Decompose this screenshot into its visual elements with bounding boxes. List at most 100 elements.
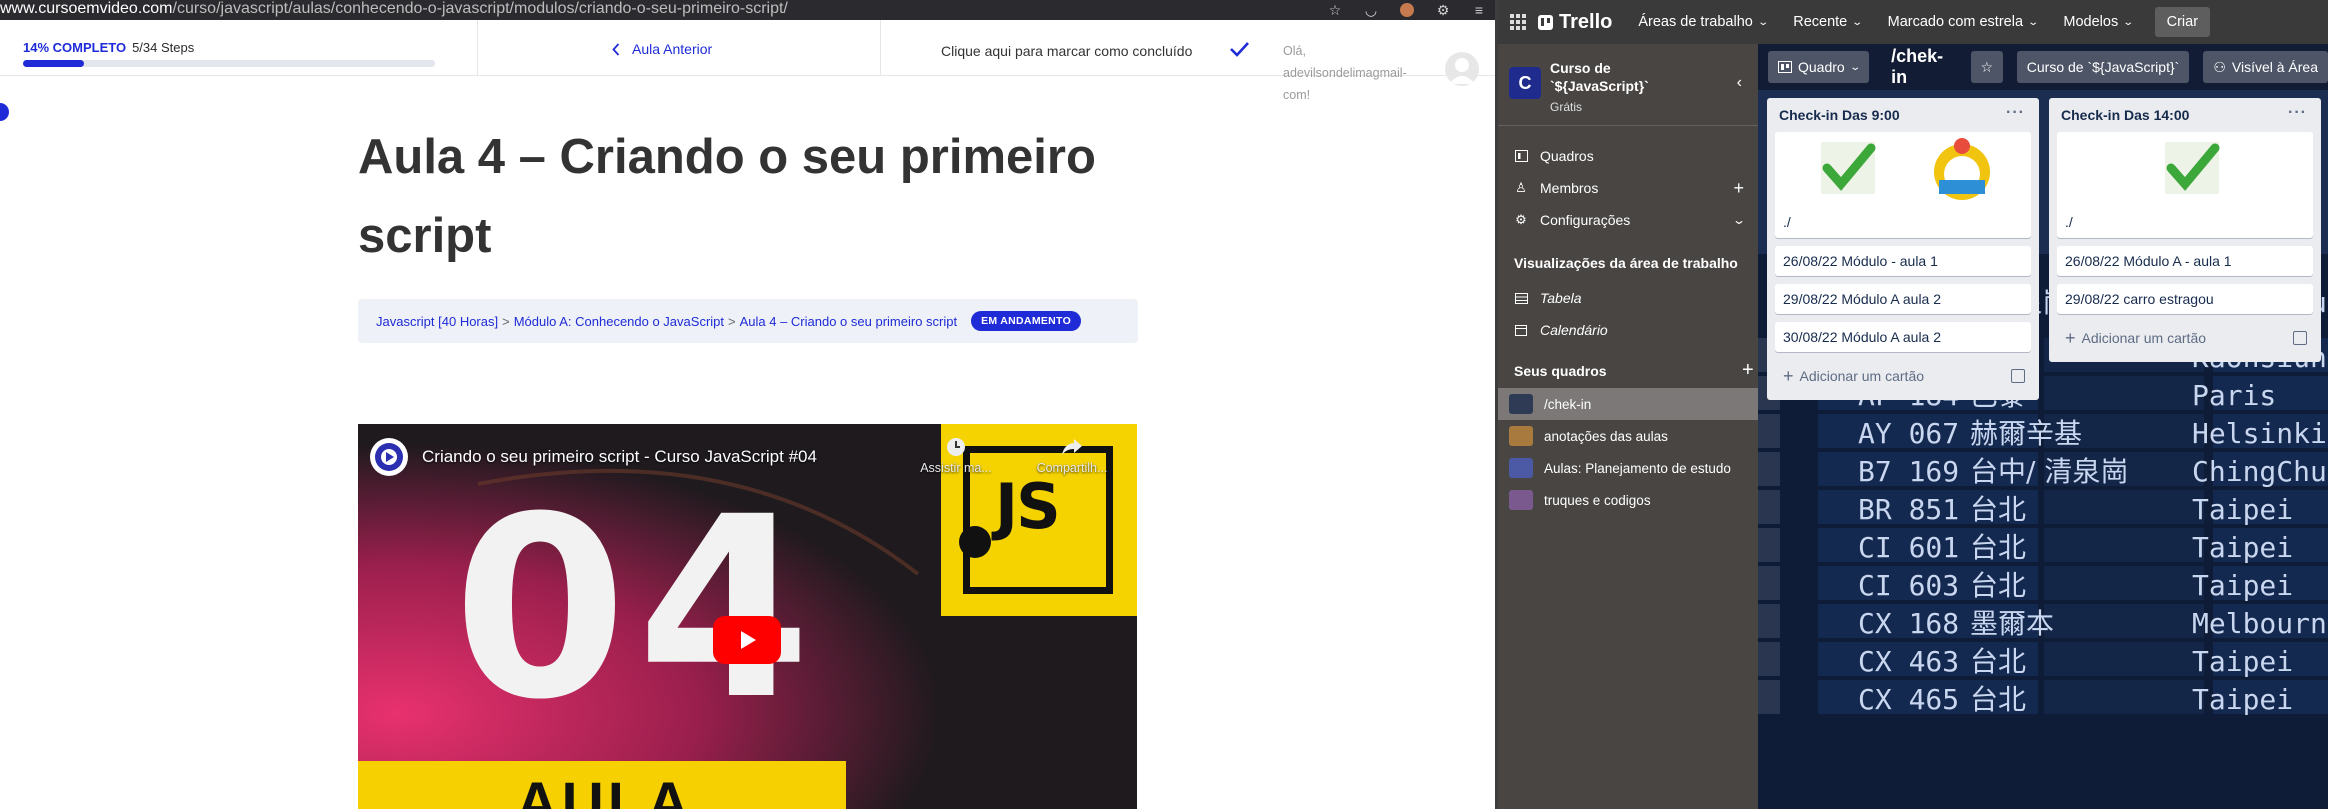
card-title: ./	[2065, 214, 2073, 230]
board-item-anotacoes[interactable]: anotações das aulas	[1498, 420, 1758, 452]
visibility-label: Visível à Área	[2231, 59, 2318, 75]
progress-label: 14% COMPLETO 5/34 Steps	[23, 40, 194, 55]
menu-icon[interactable]: ≡	[1471, 2, 1487, 18]
list-checkin-14: Check-in Das 14:00 ··· ./ 26/08/22 Módul…	[2049, 98, 2321, 362]
share-button[interactable]: Compartilh...	[1027, 436, 1117, 475]
url-path: /curso/javascript/aulas/conhecendo-o-jav…	[172, 0, 788, 17]
view-label: Quadro	[1798, 59, 1845, 75]
play-button[interactable]	[713, 616, 781, 664]
workspace-button-label: Curso de `${JavaScript}`	[2026, 59, 2180, 75]
add-card-button[interactable]: + Adicionar um cartão	[2057, 322, 2313, 354]
board-item-truques[interactable]: truques e codigos	[1498, 484, 1758, 516]
breadcrumb-course-link[interactable]: Javascript [40 Horas]	[376, 314, 498, 329]
airport-row-bg	[2044, 566, 2204, 600]
menu-label: Marcado com estrela	[1887, 14, 2024, 30]
list-header[interactable]: Check-in Das 14:00 ···	[2057, 98, 2313, 132]
menu-templates[interactable]: Modelos ⌄	[2063, 14, 2135, 30]
plus-icon: +	[2065, 327, 2076, 348]
board-icon	[1778, 61, 1792, 73]
star-icon[interactable]: ☆	[1327, 2, 1343, 18]
sidebar-item-table[interactable]: Tabela	[1498, 282, 1758, 314]
card[interactable]: 26/08/22 Módulo - aula 1	[1775, 246, 2031, 276]
sidebar-item-members[interactable]: ♙ Membros +	[1498, 172, 1758, 204]
pocket-icon[interactable]: ◡	[1363, 2, 1379, 18]
trello-logo[interactable]: Trello	[1538, 11, 1612, 34]
url-host: www.cursoemvideo.com	[0, 0, 173, 17]
address-bar[interactable]: www.cursoemvideo.com/curso/javascript/au…	[0, 0, 1495, 20]
template-icon[interactable]	[2011, 369, 2025, 383]
apps-grid-icon[interactable]	[1510, 14, 1526, 30]
check-icon[interactable]	[1228, 38, 1250, 60]
card-with-cover[interactable]: ./	[2057, 132, 2313, 238]
more-icon[interactable]: ···	[2006, 104, 2025, 122]
card[interactable]: 26/08/22 Módulo A - aula 1	[2057, 246, 2313, 276]
watch-later-button[interactable]: Assistir ma...	[911, 436, 1001, 475]
board-title[interactable]: /chek-in	[1891, 46, 1957, 88]
card-with-cover[interactable]: ./	[1775, 132, 2031, 238]
browser-window: www.cursoemvideo.com/curso/javascript/au…	[0, 0, 1495, 809]
template-icon[interactable]	[2293, 331, 2307, 345]
sidebar-item-settings[interactable]: ⚙ Configurações ⌄	[1498, 204, 1758, 236]
breadcrumb: Javascript [40 Horas] > Módulo A: Conhec…	[358, 299, 1138, 343]
status-badge: EM ANDAMENTO	[971, 311, 1082, 331]
visibility-button[interactable]: ⚇ Visível à Área	[2203, 51, 2328, 83]
watch-later-label: Assistir ma...	[920, 461, 992, 475]
js-logo-text: JS	[995, 470, 1061, 543]
plus-icon[interactable]: +	[1733, 178, 1744, 199]
more-icon[interactable]: ···	[2288, 104, 2307, 122]
channel-icon[interactable]	[370, 438, 408, 476]
list-header[interactable]: Check-in Das 9:00 ···	[1775, 98, 2031, 132]
sidebar-item-label: Tabela	[1540, 290, 1582, 306]
sidebar-item-label: Calendário	[1540, 322, 1608, 338]
airport-flight-code: CX 463	[1858, 645, 1959, 678]
menu-recent[interactable]: Recente ⌄	[1793, 14, 1863, 30]
extension-avatar-icon[interactable]	[1399, 2, 1415, 18]
progress-bar	[23, 60, 435, 67]
gear-icon: ⚙	[1515, 212, 1527, 227]
breadcrumb-lesson-link[interactable]: Aula 4 – Criando o seu primeiro script	[740, 314, 958, 329]
view-switcher[interactable]: Quadro ⌄	[1768, 51, 1870, 83]
star-board-button[interactable]: ☆	[1970, 51, 2003, 83]
mark-complete-button[interactable]: Clique aqui para marcar como concluído	[941, 43, 1192, 59]
chevron-down-icon[interactable]: ⌄	[1732, 213, 1746, 227]
airport-flight-code: CX 465	[1858, 683, 1959, 716]
workspace-button[interactable]: Curso de `${JavaScript}`	[2016, 51, 2190, 83]
breadcrumb-module-link[interactable]: Módulo A: Conhecendo o JavaScript	[514, 314, 724, 329]
airport-side-panel	[1758, 604, 1780, 638]
add-card-button[interactable]: + Adicionar um cartão	[1775, 360, 2031, 392]
workspace-name[interactable]: Curso de `${JavaScript}`	[1550, 59, 1670, 95]
card[interactable]: 30/08/22 Módulo A aula 2	[1775, 322, 2031, 352]
previous-lesson-link[interactable]: Aula Anterior	[612, 41, 712, 57]
list-title: Check-in Das 14:00	[2061, 107, 2190, 123]
breadcrumb-separator: >	[728, 313, 736, 329]
airport-side-panel	[1758, 642, 1780, 676]
collapse-sidebar-icon[interactable]: ‹	[1737, 74, 1742, 92]
board-item-chek-in[interactable]: /chek-in	[1498, 388, 1758, 420]
video-player[interactable]: 04 JS Criando o seu primeiro script - Cu…	[358, 424, 1137, 809]
workspace-header: C Curso de `${JavaScript}` Grátis ‹	[1498, 44, 1758, 126]
card-title: ./	[1783, 214, 1791, 230]
page-title: Aula 4 – Criando o seu primeiro script	[358, 130, 1096, 263]
workspace-logo[interactable]: C	[1509, 67, 1541, 99]
menu-starred[interactable]: Marcado com estrela ⌄	[1887, 14, 2039, 30]
create-button[interactable]: Criar	[2154, 7, 2211, 37]
gear-icon[interactable]: ⚙	[1435, 2, 1451, 18]
sidebar-item-boards[interactable]: Quadros	[1498, 140, 1758, 172]
plus-icon: +	[1783, 365, 1794, 386]
board-item-label: Aulas: Planejamento de estudo	[1544, 460, 1731, 476]
card-cover	[1775, 132, 2031, 208]
menu-workspaces[interactable]: Áreas de trabalho ⌄	[1638, 14, 1769, 30]
clock-icon	[947, 438, 965, 456]
divider	[477, 20, 478, 76]
video-title[interactable]: Criando o seu primeiro script - Curso Ja…	[422, 447, 817, 467]
plus-icon[interactable]: +	[1742, 359, 1754, 382]
menu-label: Modelos	[2063, 14, 2119, 30]
board-item-planejamento[interactable]: Aulas: Planejamento de estudo	[1498, 452, 1758, 484]
card[interactable]: 29/08/22 Módulo A aula 2	[1775, 284, 2031, 314]
avatar[interactable]	[1445, 52, 1479, 86]
airport-city: Taipei	[2192, 645, 2293, 678]
card[interactable]: 29/08/22 carro estragou	[2057, 284, 2313, 314]
chevron-down-icon: ⌄	[2122, 16, 2135, 28]
sidebar-item-calendar[interactable]: Calendário	[1498, 314, 1758, 346]
board-item-label: anotações das aulas	[1544, 428, 1668, 444]
